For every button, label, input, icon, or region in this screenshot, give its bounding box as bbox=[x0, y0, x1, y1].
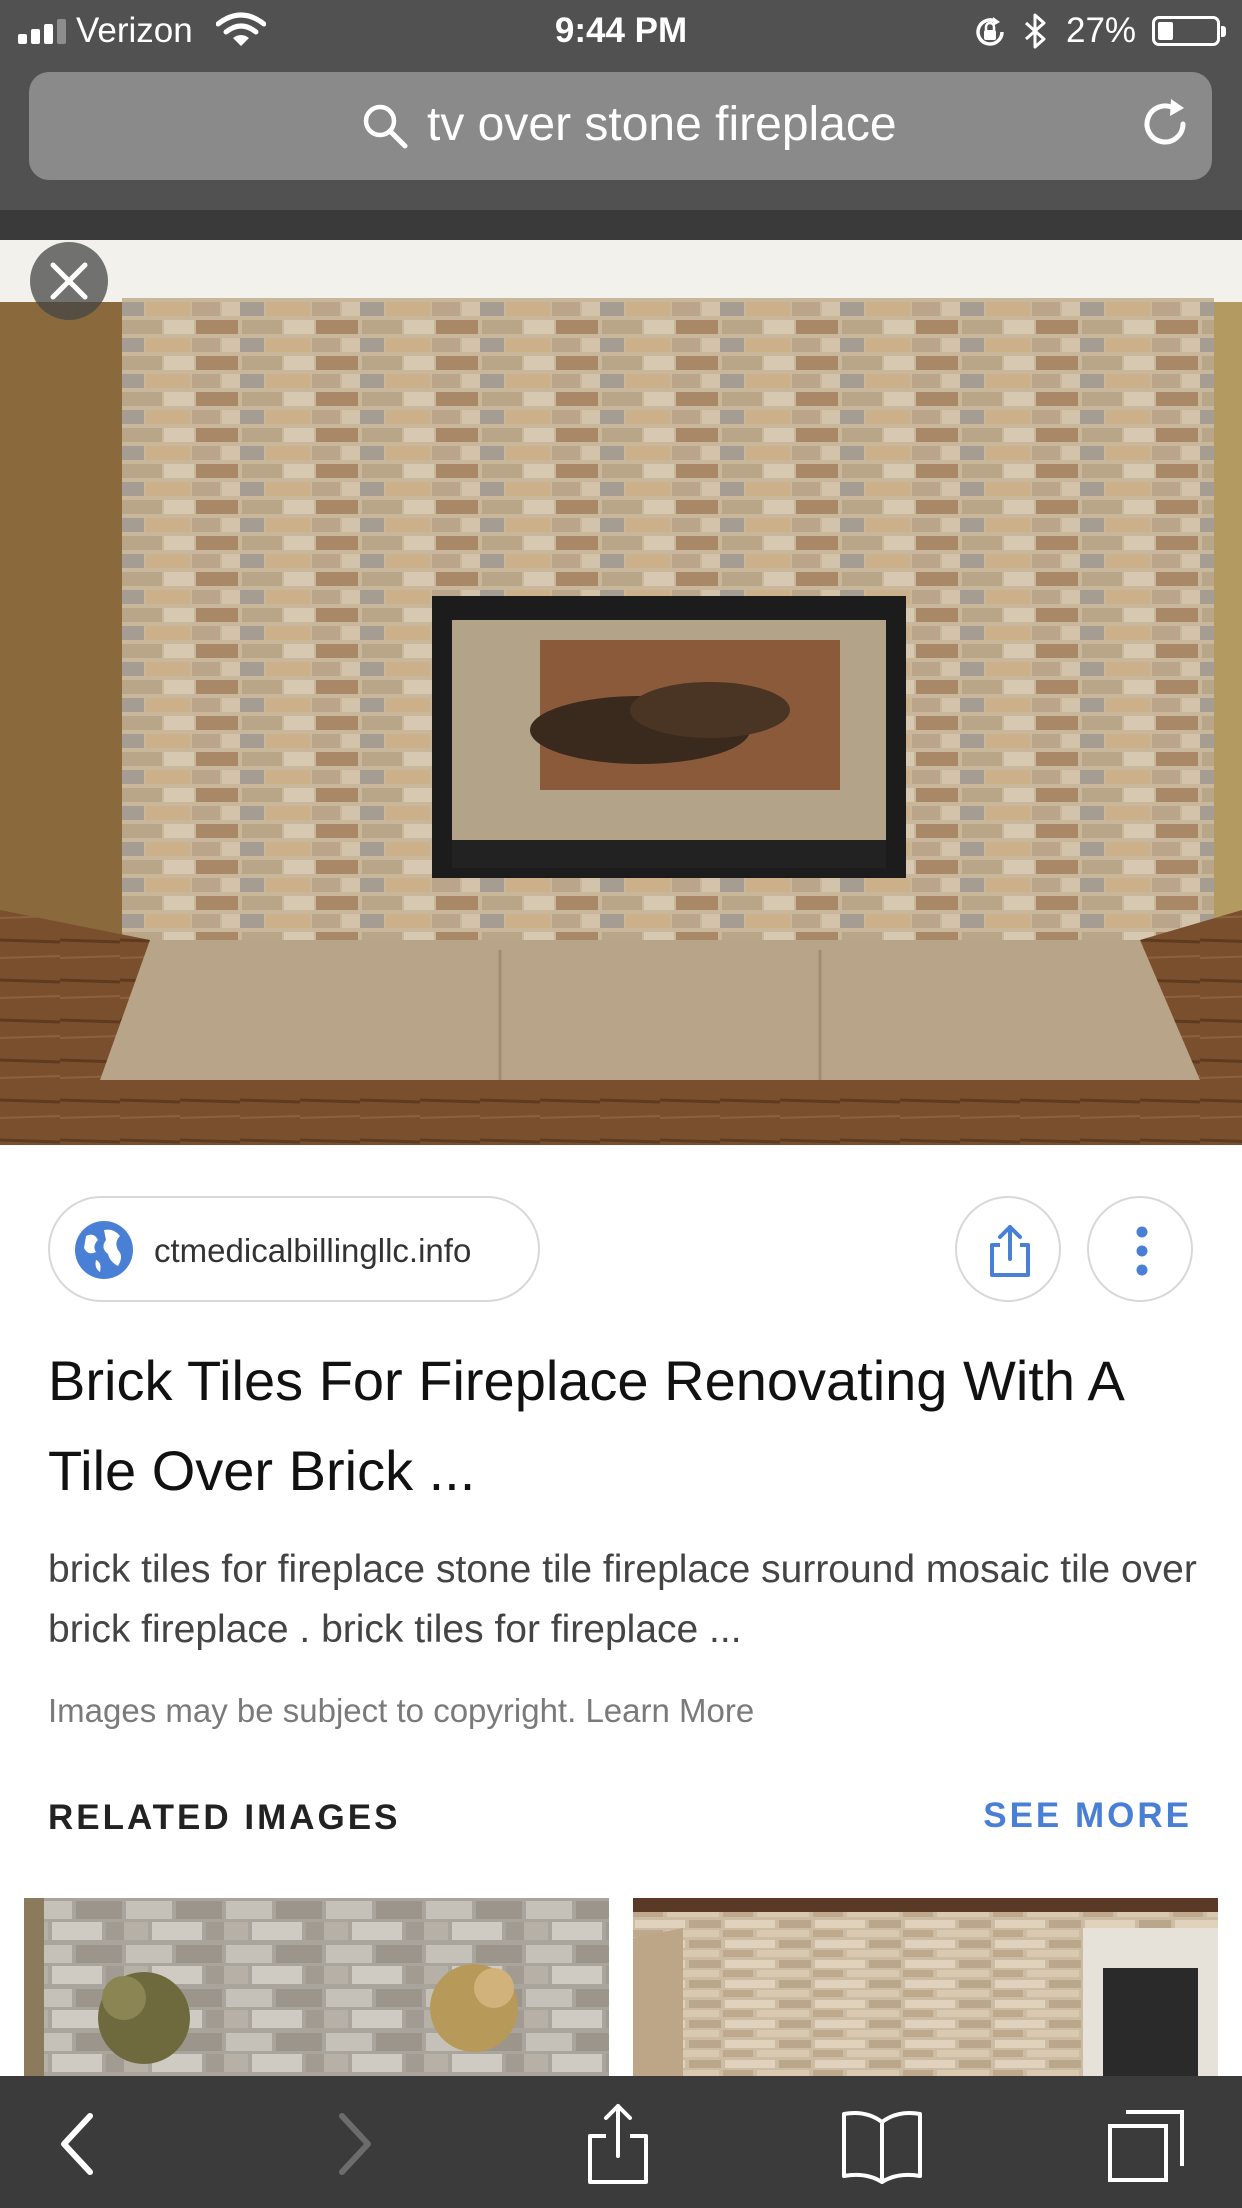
share-button[interactable] bbox=[955, 1196, 1061, 1302]
copyright-text: Images may be subject to copyright. bbox=[48, 1692, 577, 1729]
bookmarks-button[interactable] bbox=[840, 2102, 924, 2186]
fireplace-image bbox=[0, 210, 1242, 1145]
battery-icon bbox=[1152, 16, 1226, 46]
browser-toolbar bbox=[0, 2076, 1242, 2208]
search-url-bar[interactable]: tv over stone fireplace bbox=[29, 72, 1212, 180]
reload-icon[interactable] bbox=[1137, 94, 1197, 154]
forward-icon bbox=[339, 2113, 371, 2175]
see-more-link[interactable]: SEE MORE bbox=[983, 1796, 1192, 1836]
search-icon bbox=[363, 104, 408, 149]
result-title[interactable]: Brick Tiles For Fireplace Renovating Wit… bbox=[48, 1336, 1198, 1516]
learn-more-link[interactable]: Learn More bbox=[585, 1692, 754, 1729]
search-query[interactable]: tv over stone fireplace bbox=[427, 97, 897, 152]
bluetooth-icon bbox=[1025, 13, 1046, 49]
related-images-heading: RELATED IMAGES bbox=[48, 1798, 401, 1837]
status-time: 9:44 PM bbox=[554, 11, 688, 50]
result-description: brick tiles for fireplace stone tile fir… bbox=[48, 1548, 1197, 1651]
result-image[interactable] bbox=[0, 210, 1242, 1145]
bookmarks-icon bbox=[842, 2111, 922, 2184]
rotation-lock-icon bbox=[976, 17, 1004, 46]
battery-percent: 27% bbox=[1066, 11, 1137, 50]
more-vertical-icon bbox=[1136, 1226, 1148, 1276]
source-link[interactable]: ctmedicalbillingllc.info bbox=[48, 1196, 540, 1302]
toolbar-share-button[interactable] bbox=[576, 2102, 660, 2186]
tabs-icon bbox=[1108, 2110, 1184, 2182]
share-icon bbox=[588, 2104, 648, 2184]
share-icon bbox=[990, 1225, 1030, 1277]
related-image-thumbnail[interactable] bbox=[24, 1898, 609, 2078]
related-image-thumbnail[interactable] bbox=[633, 1898, 1218, 2078]
back-icon bbox=[61, 2113, 93, 2175]
source-domain: ctmedicalbillingllc.info bbox=[154, 1232, 472, 1269]
close-button[interactable] bbox=[30, 242, 108, 320]
copyright-notice: Images may be subject to copyright. Lear… bbox=[48, 1692, 754, 1730]
more-options-button[interactable] bbox=[1087, 1196, 1193, 1302]
forward-button[interactable] bbox=[310, 2102, 394, 2186]
browser-top-chrome: Verizon 9:44 PM 27% tv over stone firepl… bbox=[0, 0, 1242, 210]
back-button[interactable] bbox=[38, 2102, 122, 2186]
tabs-button[interactable] bbox=[1104, 2102, 1188, 2186]
status-bar: Verizon 9:44 PM 27% bbox=[0, 0, 1242, 62]
close-icon bbox=[50, 262, 88, 300]
globe-icon bbox=[75, 1221, 133, 1279]
